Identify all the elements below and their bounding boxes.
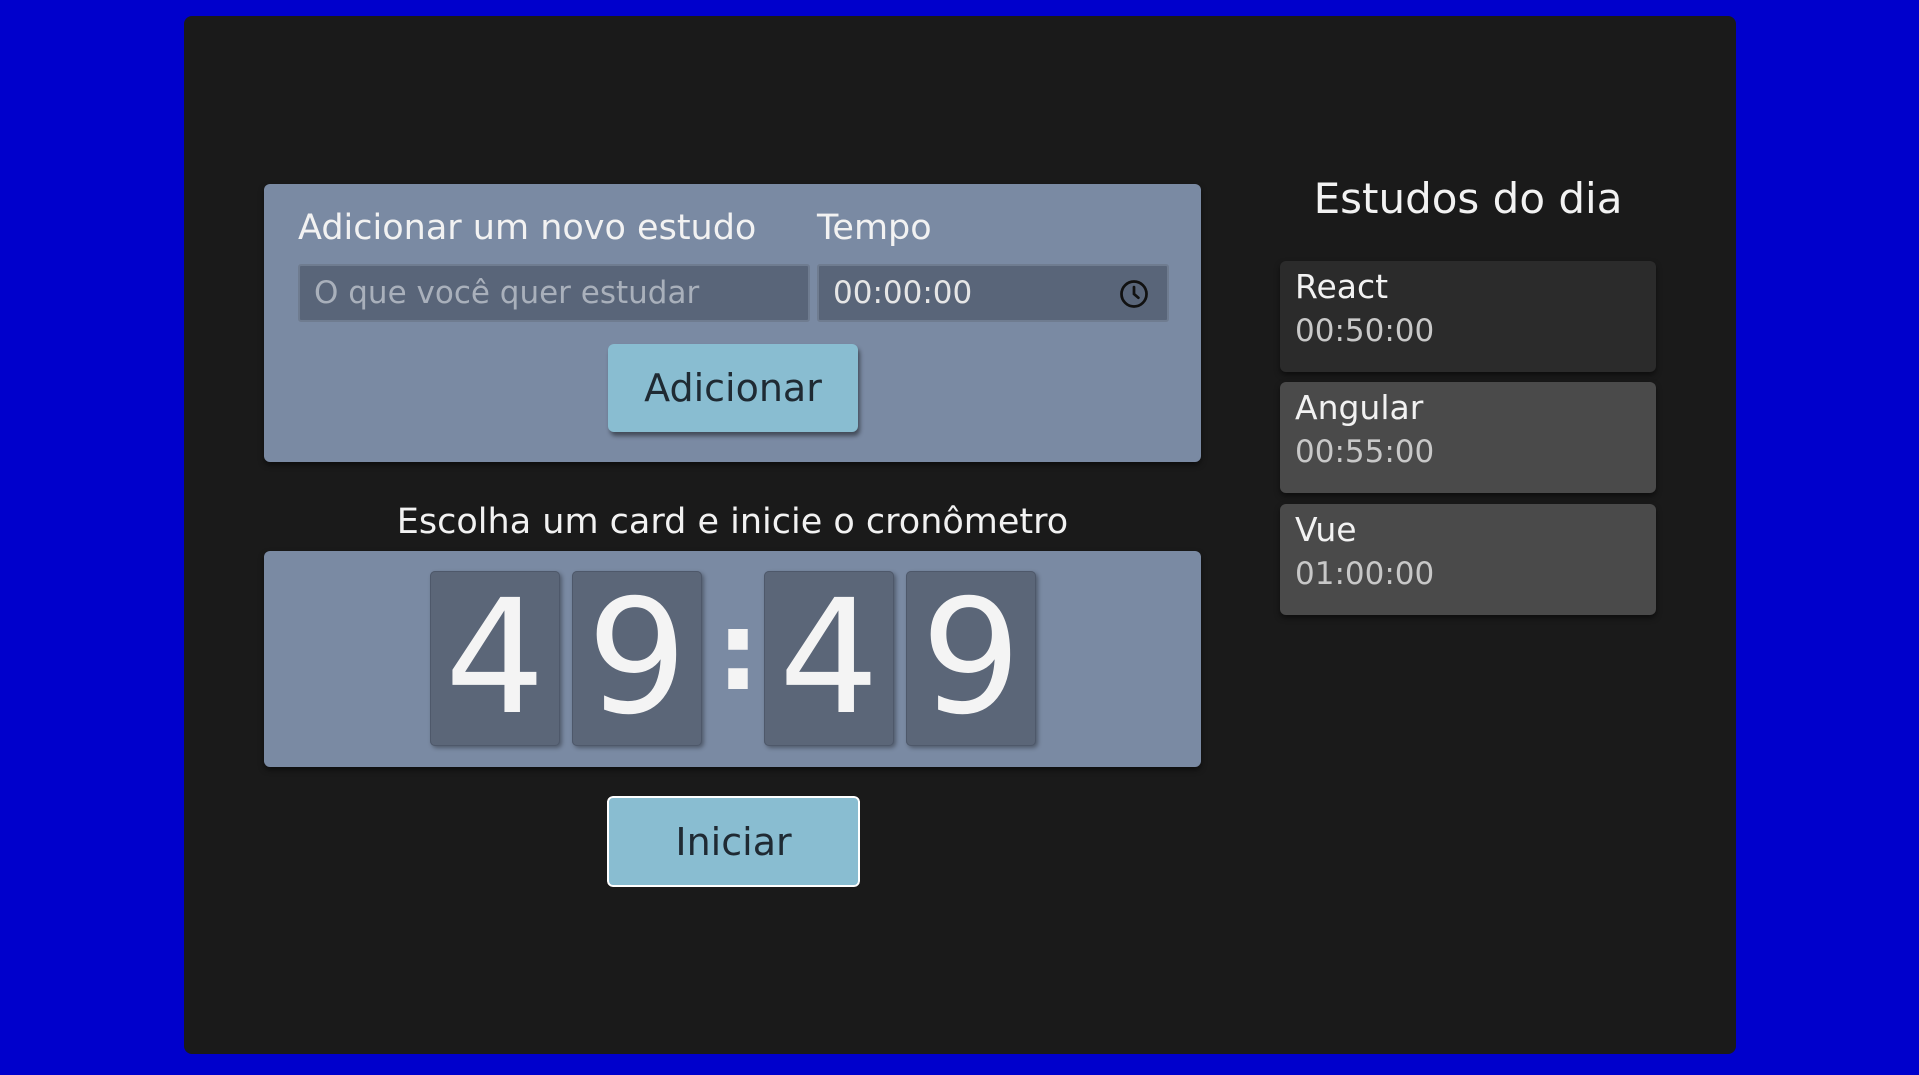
study-card-time: 00:50:00: [1295, 313, 1435, 349]
study-card-angular[interactable]: Angular 00:55:00: [1280, 382, 1656, 493]
time-separator: :: [716, 587, 760, 715]
study-card-name: Angular: [1295, 388, 1424, 427]
minute-tens-digit: 4: [430, 571, 560, 746]
study-card-name: React: [1295, 267, 1389, 306]
study-card-time: 01:00:00: [1295, 556, 1435, 592]
time-label: Tempo: [817, 208, 932, 248]
study-card-vue[interactable]: Vue 01:00:00: [1280, 504, 1656, 615]
minute-ones-digit: 9: [572, 571, 702, 746]
add-button[interactable]: Adicionar: [608, 344, 858, 432]
clock-icon[interactable]: [1119, 279, 1149, 309]
study-card-time: 00:55:00: [1295, 434, 1435, 470]
stopwatch-display: 4 9 : 4 9: [264, 551, 1201, 767]
time-field: [817, 264, 1169, 322]
app-container: Adicionar um novo estudo Tempo Adicionar…: [184, 16, 1736, 1054]
start-button[interactable]: Iniciar: [606, 795, 861, 888]
second-ones-digit: 9: [906, 571, 1036, 746]
time-input[interactable]: [817, 264, 1169, 322]
subject-label: Adicionar um novo estudo: [298, 208, 757, 248]
stopwatch-title: Escolha um card e inicie o cronômetro: [396, 502, 1069, 542]
second-tens-digit: 4: [764, 571, 894, 746]
study-list-title: Estudos do dia: [1313, 174, 1623, 223]
new-study-form: Adicionar um novo estudo Tempo Adicionar: [264, 184, 1201, 462]
subject-input[interactable]: [298, 264, 810, 322]
study-card-react[interactable]: React 00:50:00: [1280, 261, 1656, 372]
study-card-name: Vue: [1295, 510, 1357, 549]
